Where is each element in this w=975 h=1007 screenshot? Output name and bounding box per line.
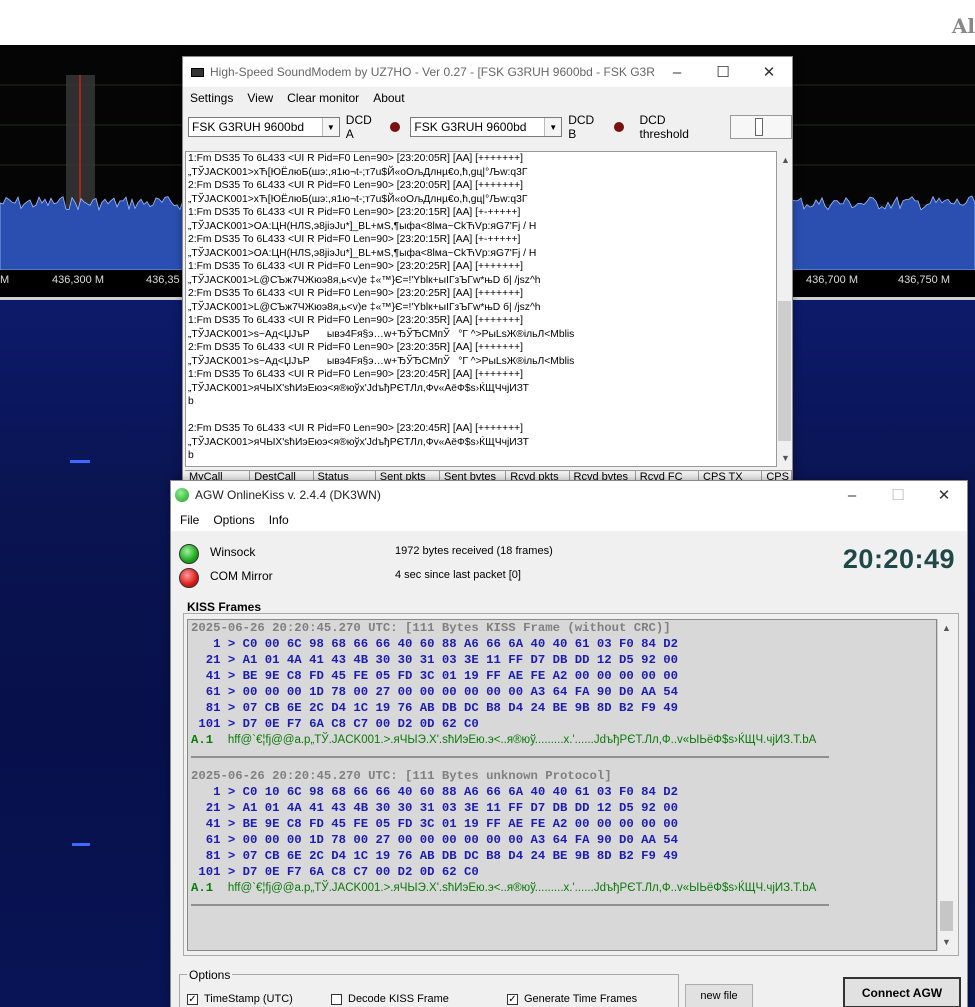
dcd-a-indicator bbox=[390, 122, 401, 132]
chevron-up-icon[interactable]: ▲ bbox=[777, 151, 794, 168]
freq-label: 436,35 bbox=[146, 274, 180, 286]
kiss-frames-log[interactable]: 2025-06-26 20:20:45.270 UTC: [111 Bytes … bbox=[187, 619, 937, 951]
timestamp-utc-checkbox[interactable]: ✓ TimeStamp (UTC) bbox=[187, 993, 293, 1005]
waterfall-signal bbox=[72, 843, 90, 846]
hex-row: 61 > 00 00 00 1D 78 00 27 00 00 00 00 00… bbox=[191, 685, 679, 699]
last-packet-status: 4 sec since last packet [0] bbox=[395, 569, 521, 581]
dcd-threshold-label: DCD threshold bbox=[639, 113, 689, 141]
agw-title: AGW OnlineKiss v. 2.4.4 (DK3WN) bbox=[195, 488, 381, 502]
frame-header: 2025-06-26 20:20:45.270 UTC: [111 Bytes … bbox=[191, 769, 612, 783]
modem-b-value: FSK G3RUH 9600bd bbox=[414, 120, 527, 134]
scrollbar-thumb[interactable] bbox=[778, 301, 791, 441]
chevron-down-icon[interactable]: ▼ bbox=[938, 933, 955, 950]
freq-label: 436,750 M bbox=[898, 274, 950, 286]
soundmodem-window[interactable]: High-Speed SoundModem by UZ7HO - Ver 0.2… bbox=[182, 56, 793, 487]
hex-row: 41 > BE 9E C8 FD 45 FE 05 FD 3C 01 19 FF… bbox=[191, 817, 679, 831]
dcd-a-label: DCD A bbox=[345, 113, 372, 141]
hex-row: 1 > C0 00 6C 98 68 66 66 40 60 88 A6 66 … bbox=[191, 637, 679, 651]
menu-settings[interactable]: Settings bbox=[183, 91, 240, 105]
ascii-row: hff@`€¦fj@@a.p„ТЎ.JACK001.>.яЧЫЭ.Х'.sћИэ… bbox=[227, 882, 817, 894]
monitor-textarea[interactable]: 1:Fm DS35 To 6L433 <UI R Pid=F0 Len=90> … bbox=[185, 151, 777, 467]
menu-clear-monitor[interactable]: Clear monitor bbox=[280, 91, 366, 105]
hex-row: 81 > 07 CB 6E 2C D4 1C 19 76 AB DB DC B8… bbox=[191, 849, 679, 863]
menu-file[interactable]: File bbox=[173, 513, 206, 527]
kiss-frames-scrollbar[interactable]: ▲ ▼ bbox=[937, 619, 954, 951]
menu-view[interactable]: View bbox=[240, 91, 280, 105]
agw-onlinekiss-window[interactable]: AGW OnlineKiss v. 2.4.4 (DK3WN) – ☐ ✕ Fi… bbox=[170, 480, 968, 1007]
close-icon[interactable]: ✕ bbox=[746, 57, 792, 87]
menu-options[interactable]: Options bbox=[206, 513, 261, 527]
bytes-received-status: 1972 bytes received (18 frames) bbox=[395, 545, 553, 557]
check-icon[interactable]: ✓ bbox=[187, 993, 198, 1005]
soundmodem-toolbar: FSK G3RUH 9600bd ▼ DCD A FSK G3RUH 9600b… bbox=[183, 109, 793, 145]
winsock-label: Winsock bbox=[210, 545, 256, 559]
dcd-b-indicator bbox=[613, 122, 624, 132]
menu-info[interactable]: Info bbox=[262, 513, 296, 527]
winsock-status-led bbox=[179, 544, 199, 564]
agw-app-icon bbox=[175, 488, 189, 502]
agw-menubar: File Options Info bbox=[171, 509, 967, 531]
monitor-scrollbar[interactable]: ▲ ▼ bbox=[777, 151, 792, 467]
minimize-icon[interactable]: – bbox=[654, 57, 700, 87]
checkbox-box[interactable] bbox=[331, 993, 342, 1005]
background-logo: Al bbox=[951, 14, 975, 38]
timestamp-utc-label: TimeStamp (UTC) bbox=[204, 993, 293, 1005]
close-icon[interactable]: ✕ bbox=[921, 480, 967, 510]
generate-time-frames-checkbox[interactable]: ✓ Generate Time Frames bbox=[507, 993, 637, 1005]
menu-about[interactable]: About bbox=[366, 91, 411, 105]
decode-kiss-checkbox[interactable]: Decode KISS Frame bbox=[331, 993, 449, 1005]
hex-row: 61 > 00 00 00 1D 78 00 27 00 00 00 00 00… bbox=[191, 833, 679, 847]
soundmodem-titlebar[interactable]: High-Speed SoundModem by UZ7HO - Ver 0.2… bbox=[183, 57, 792, 87]
com-mirror-status-led bbox=[179, 568, 199, 588]
modem-b-select[interactable]: FSK G3RUH 9600bd ▼ bbox=[410, 117, 563, 137]
hex-row: 21 > A1 01 4A 41 43 4B 30 30 31 03 3E 11… bbox=[191, 801, 679, 815]
soundmodem-title: High-Speed SoundModem by UZ7HO - Ver 0.2… bbox=[210, 65, 654, 79]
background-app-topbar: Al bbox=[0, 0, 975, 45]
freq-label: M bbox=[0, 274, 10, 286]
hex-row: 1 > C0 10 6C 98 68 66 66 40 60 88 A6 66 … bbox=[191, 785, 679, 799]
maximize-icon[interactable]: ☐ bbox=[700, 57, 746, 87]
freq-label: 436,700 M bbox=[806, 274, 858, 286]
hex-row: 81 > 07 CB 6E 2C D4 1C 19 76 AB DB DC B8… bbox=[191, 701, 679, 715]
com-mirror-label: COM Mirror bbox=[210, 569, 273, 583]
hex-row: 41 > BE 9E C8 FD 45 FE 05 FD 3C 01 19 FF… bbox=[191, 669, 679, 683]
hex-row: 21 > A1 01 4A 41 43 4B 30 30 31 03 3E 11… bbox=[191, 653, 679, 667]
decode-kiss-label: Decode KISS Frame bbox=[348, 993, 449, 1005]
options-label: Options bbox=[187, 968, 233, 982]
generate-time-frames-label: Generate Time Frames bbox=[524, 993, 638, 1005]
agw-titlebar[interactable]: AGW OnlineKiss v. 2.4.4 (DK3WN) – ☐ ✕ bbox=[171, 481, 967, 509]
waterfall-signal bbox=[70, 460, 90, 463]
chevron-down-icon[interactable]: ▼ bbox=[544, 118, 562, 136]
clock-display: 20:20:49 bbox=[842, 544, 955, 574]
hex-row: 101 > D7 0E F7 6A C8 C7 00 D2 0D 62 C0 bbox=[191, 865, 479, 879]
scrollbar-thumb[interactable] bbox=[940, 901, 953, 931]
frame-separator bbox=[191, 904, 829, 906]
connect-agw-button[interactable]: Connect AGW bbox=[843, 977, 961, 1007]
chevron-down-icon[interactable]: ▼ bbox=[321, 118, 339, 136]
new-file-button[interactable]: new file bbox=[685, 984, 753, 1007]
soundmodem-menubar: Settings View Clear monitor About bbox=[183, 87, 792, 109]
soundmodem-app-icon bbox=[191, 67, 204, 77]
minimize-icon[interactable]: – bbox=[829, 480, 875, 510]
modem-a-select[interactable]: FSK G3RUH 9600bd ▼ bbox=[188, 117, 340, 137]
chevron-up-icon[interactable]: ▲ bbox=[938, 619, 955, 636]
check-icon[interactable]: ✓ bbox=[507, 993, 518, 1005]
ascii-prefix: A.1 bbox=[191, 733, 214, 747]
maximize-icon[interactable]: ☐ bbox=[875, 480, 921, 510]
status-panel: Winsock COM Mirror 1972 bytes received (… bbox=[171, 536, 967, 596]
kiss-frames-label: KISS Frames bbox=[187, 600, 262, 614]
dcd-b-label: DCD B bbox=[568, 113, 595, 141]
slider-thumb[interactable] bbox=[755, 118, 764, 136]
dcd-threshold-slider[interactable] bbox=[730, 115, 793, 139]
frame-header: 2025-06-26 20:20:45.270 UTC: [111 Bytes … bbox=[191, 621, 671, 635]
freq-label: 436,300 M bbox=[52, 274, 104, 286]
chevron-down-icon[interactable]: ▼ bbox=[777, 449, 794, 466]
ascii-prefix: A.1 bbox=[191, 881, 214, 895]
hex-row: 101 > D7 0E F7 6A C8 C7 00 D2 0D 62 C0 bbox=[191, 717, 479, 731]
modem-a-value: FSK G3RUH 9600bd bbox=[192, 120, 305, 134]
frame-separator bbox=[191, 756, 829, 758]
ascii-row: hff@`€¦fj@@a.p„ТЎ.JACK001.>.яЧЫЭ.Х'.sћИэ… bbox=[227, 734, 817, 746]
